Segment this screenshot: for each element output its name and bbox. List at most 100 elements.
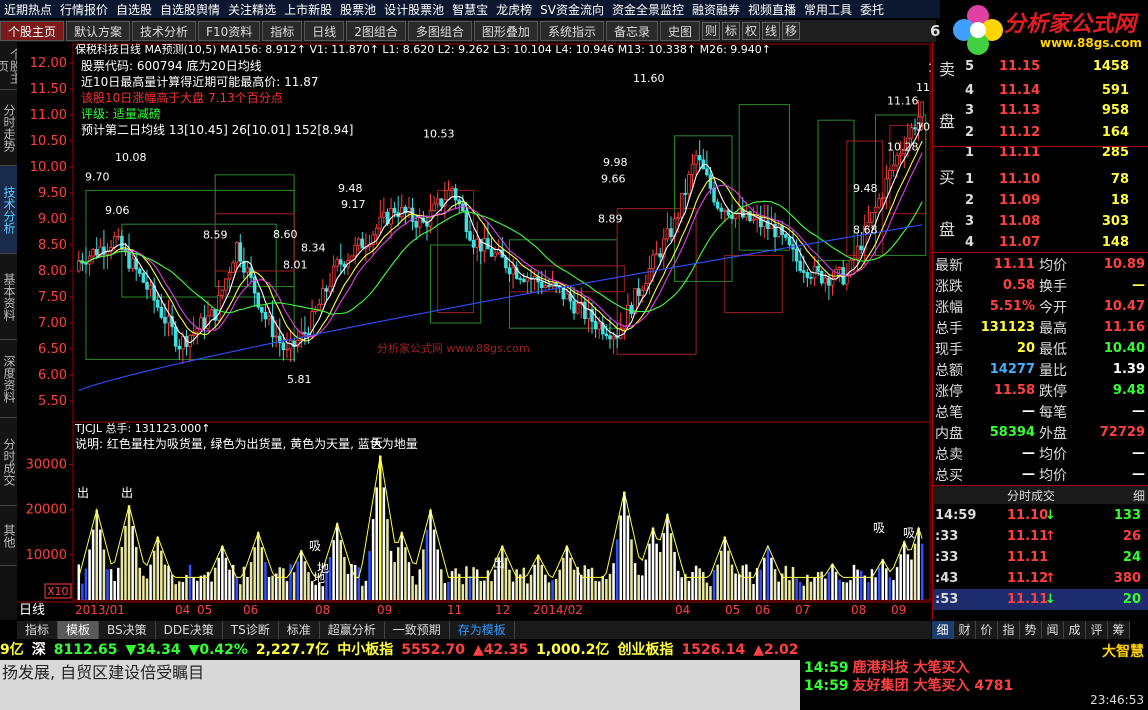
trade-alerts: 14:59 鹿港科技 大笔买入 14:59 友好集团 大笔买入 4781 大智慧 23:4… (800, 639, 1148, 710)
bottom-tab[interactable]: 存为模板 (450, 621, 515, 639)
price-point-label: 8.60 (273, 228, 298, 241)
trade-alert-row[interactable]: 14:59 鹿港科技 大笔买入 (804, 657, 969, 677)
sell-level-row[interactable]: 2 11.12 164 (933, 122, 1148, 143)
x-date-label: 07 (795, 603, 810, 617)
menu-item[interactable]: 视频直播 (744, 1, 800, 18)
ticker-item: 创业板指 (617, 642, 674, 658)
period-label: 日线 (19, 603, 45, 618)
ticker-item: 深 (31, 642, 46, 658)
chart-header: 保税科技日线 MA预测(10,5) MA156: 8.912↑ V1: 11.8… (75, 42, 771, 56)
right-tab[interactable]: 财 (954, 621, 976, 639)
volume-mark: 天 (371, 436, 383, 450)
sidebar-tab[interactable]: 深度资料 (0, 340, 17, 418)
volume-mark: 出 (77, 486, 89, 500)
menu-item[interactable]: 委托 (856, 1, 888, 18)
menu-item[interactable]: 行情报价 (56, 1, 112, 18)
price-point-label: 10.08 (115, 151, 147, 164)
right-tab[interactable]: 指 (998, 621, 1020, 639)
toolbar-button[interactable]: 系统指示 (539, 21, 604, 41)
price-tick-label: 12.00 (30, 56, 67, 71)
volume-mark: 吸 (873, 521, 885, 535)
trade-row: :43 11.12 ↑ 380 (935, 571, 1141, 586)
quote-stat-row: 总卖 — 均价 — (935, 446, 1145, 463)
sell-level-row[interactable]: 4 11.14 591 (933, 80, 1148, 101)
menu-item[interactable]: 龙虎榜 (492, 1, 536, 18)
ticks-detail-button[interactable]: 细 (1133, 487, 1145, 504)
toolbar: 个股主页 默认方案 技术分析 F10资料 指标 日线 2图组合 多图组合 图形叠加 系统指示 备忘录… (0, 20, 936, 42)
x-date-label: 04 (675, 603, 690, 617)
toolbar-button[interactable]: 多图组合 (407, 21, 472, 41)
menu-item[interactable]: 常用工具 (800, 1, 856, 18)
toolbar-button[interactable]: 权 (741, 22, 760, 40)
toolbar-button[interactable]: 标 (721, 22, 740, 40)
menu-item[interactable]: 上市新股 (280, 1, 336, 18)
bottom-tab[interactable]: TS诊断 (223, 621, 279, 639)
quote-stat-row: 总笔 — 每笔 — (935, 404, 1145, 421)
sidebar-tab[interactable]: 基本资料 (0, 254, 17, 340)
sidebar-tab[interactable]: 分时成交 (0, 418, 17, 506)
price-point-label: 9.06 (105, 204, 130, 217)
toolbar-button[interactable]: F10资料 (198, 21, 261, 41)
right-tab[interactable]: 闻 (1042, 621, 1064, 639)
price-point-label: 5.81 (287, 373, 312, 386)
menu-item[interactable]: 融资融券 (688, 1, 744, 18)
right-tab[interactable]: 势 (1020, 621, 1042, 639)
buy-level-row[interactable]: 4 11.07 148 (933, 232, 1148, 253)
price-tick-label: 6.50 (38, 342, 67, 357)
sell-level-row[interactable]: 5 11.15 1458 (933, 56, 1148, 77)
right-tab[interactable]: 筹 (1108, 621, 1130, 639)
right-tab[interactable]: 价 (976, 621, 998, 639)
right-tab[interactable]: 细 (932, 621, 954, 639)
buy-level-row[interactable]: 2 11.09 18 (933, 190, 1148, 211)
news-ticker[interactable]: 扬发展, 自贸区建设倍受瞩目 (0, 660, 800, 686)
sidebar-tab[interactable]: 分时走势 (0, 90, 17, 166)
sidebar-tab[interactable]: 个股主页 (0, 42, 23, 90)
menu-item[interactable]: 智慧宝 (448, 1, 492, 18)
toolbar-button[interactable]: 线 (761, 22, 780, 40)
bottom-tab[interactable]: 模板 (58, 621, 100, 639)
price-tick-label: 9.50 (38, 186, 67, 201)
toolbar-button[interactable]: 图形叠加 (473, 21, 538, 41)
bottom-tab[interactable]: 标准 (279, 621, 320, 639)
right-tab[interactable]: 成 (1064, 621, 1086, 639)
toolbar-button[interactable]: 2图组合 (346, 21, 406, 41)
menu-item[interactable]: 设计股票池 (380, 1, 448, 18)
trade-alert-row[interactable]: 14:59 友好集团 大笔买入 4781 (804, 675, 1013, 695)
toolbar-button[interactable]: 技术分析 (132, 21, 197, 41)
volume-mark: 地 (313, 571, 325, 585)
toolbar-button[interactable]: 备忘录 (605, 21, 658, 41)
toolbar-button[interactable]: 默认方案 (66, 21, 131, 41)
price-point-label: 9.98 (603, 156, 628, 169)
sidebar-tab[interactable]: 技术分析 (0, 166, 17, 254)
toolbar-button[interactable]: 个股主页 (0, 21, 65, 41)
bottom-tab[interactable]: 一致预期 (385, 621, 450, 639)
price-point-label: 9.48 (338, 182, 363, 195)
bottom-tab[interactable]: 指标 (17, 621, 59, 639)
toolbar-button[interactable]: 指标 (262, 21, 303, 41)
menu-item[interactable]: 股票池 (336, 1, 380, 18)
buy-level-row[interactable]: 3 11.08 303 (933, 211, 1148, 232)
toolbar-button[interactable]: 则 (701, 22, 720, 40)
x-date-label: 04 (175, 603, 190, 617)
menu-item[interactable]: 自选股舆情 (156, 1, 224, 18)
sidebar-tab[interactable]: 其他 (0, 506, 17, 566)
x-date-label: 05 (725, 603, 740, 617)
right-tab[interactable]: 评 (1086, 621, 1108, 639)
sell-level-row[interactable]: 3 11.13 958 (933, 100, 1148, 121)
bottom-tab[interactable]: BS决策 (99, 621, 156, 639)
menu-item[interactable]: 资金全景监控 (608, 1, 688, 18)
toolbar-button[interactable]: 史图 (659, 21, 700, 41)
price-point-label: 10.66 (916, 121, 931, 134)
menu-item[interactable]: 关注精选 (224, 1, 280, 18)
toolbar-button[interactable]: 日线 (304, 21, 345, 41)
menu-item[interactable]: 自选股 (112, 1, 156, 18)
price-point-label: 8.59 (203, 228, 228, 241)
bottom-tab[interactable]: 超赢分析 (320, 621, 385, 639)
kline-chart[interactable]: 12.00 11.50 11.00 10.50 10.00 9.50 9.00 8.50 8.0… (17, 42, 931, 620)
x-date-label: 11 (447, 603, 462, 617)
buy-level-row[interactable]: 1 11.10 78 (933, 169, 1148, 190)
bottom-tab[interactable]: DDE决策 (156, 621, 223, 639)
menu-item[interactable]: 近期热点 (0, 1, 56, 18)
menu-item[interactable]: SV资金流向 (536, 1, 608, 18)
toolbar-button[interactable]: 移 (781, 22, 800, 40)
